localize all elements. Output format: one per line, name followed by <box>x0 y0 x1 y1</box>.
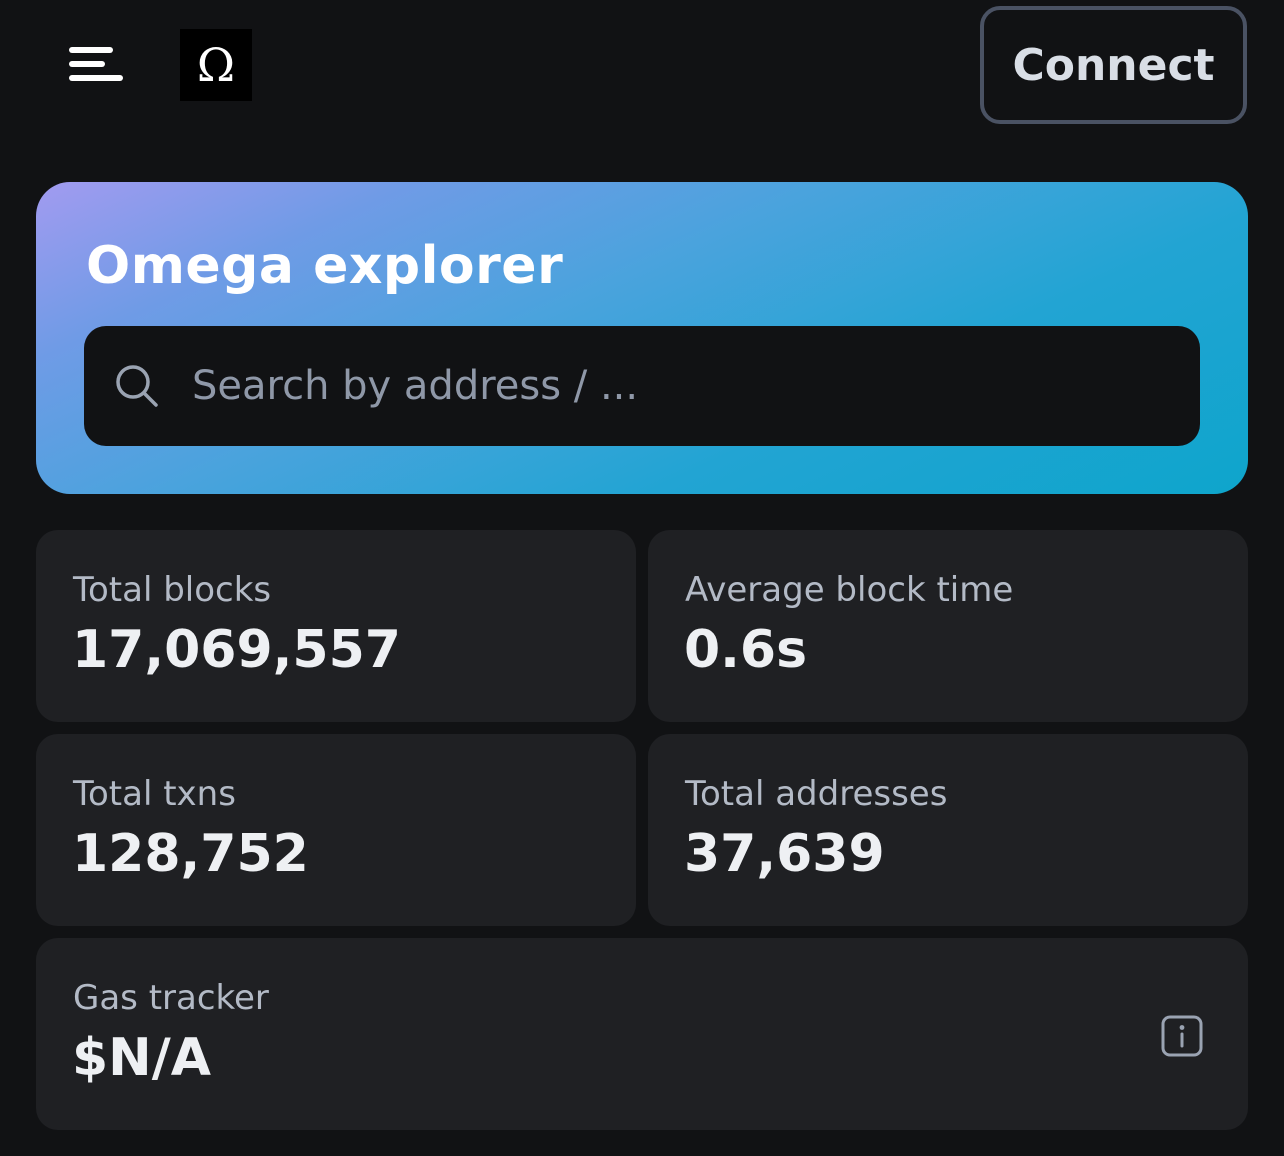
search-bar[interactable] <box>84 326 1200 446</box>
stat-value: 17,069,557 <box>72 620 401 680</box>
menu-line <box>69 47 113 53</box>
stat-label: Gas tracker <box>73 978 269 1018</box>
top-bar: Ω Connect <box>0 0 1284 140</box>
page-title: Omega explorer <box>86 236 564 296</box>
stat-card-total-addresses: Total addresses 37,639 <box>648 734 1248 926</box>
stat-value: $N/A <box>72 1028 211 1088</box>
stat-value: 128,752 <box>72 824 309 884</box>
menu-line <box>69 75 123 81</box>
menu-icon[interactable] <box>60 36 130 96</box>
stat-value: 37,639 <box>684 824 885 884</box>
stat-card-gas-tracker: Gas tracker $N/A <box>36 938 1248 1130</box>
menu-line <box>69 61 105 67</box>
stat-card-total-blocks: Total blocks 17,069,557 <box>36 530 636 722</box>
stat-card-average-block-time: Average block time 0.6s <box>648 530 1248 722</box>
stat-label: Total txns <box>73 774 236 814</box>
omega-logo[interactable]: Ω <box>180 29 252 101</box>
search-input[interactable] <box>192 326 1172 446</box>
connect-button[interactable]: Connect <box>980 6 1247 124</box>
search-icon <box>116 365 158 407</box>
stat-value: 0.6s <box>684 620 808 680</box>
stat-label: Total blocks <box>73 570 272 610</box>
stat-card-total-txns: Total txns 128,752 <box>36 734 636 926</box>
stat-label: Average block time <box>685 570 1014 610</box>
explorer-page: Ω Connect Omega explorer Total blocks 17… <box>0 0 1284 1156</box>
stat-label: Total addresses <box>685 774 948 814</box>
info-icon[interactable] <box>1160 1014 1204 1058</box>
hero-banner: Omega explorer <box>36 182 1248 494</box>
